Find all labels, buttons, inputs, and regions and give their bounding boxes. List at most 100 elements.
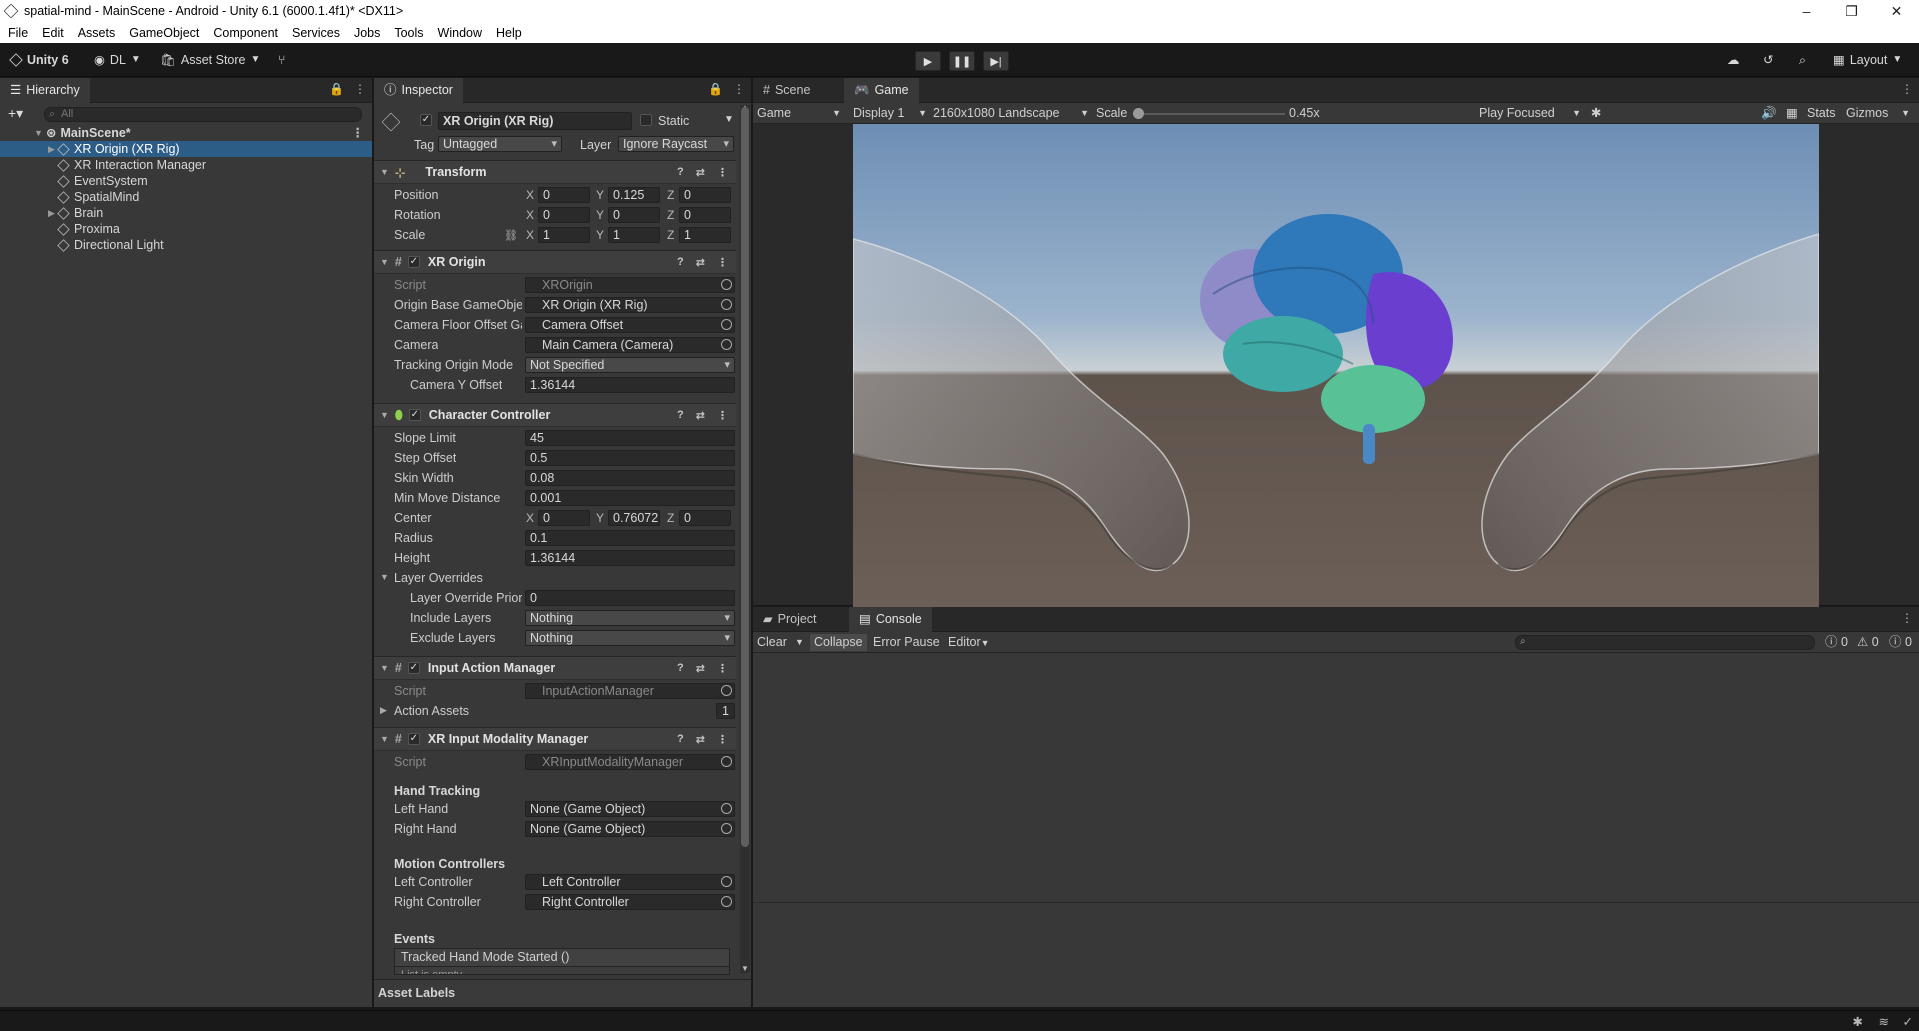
help-icon[interactable]: ?: [677, 662, 684, 675]
layout-dropdown[interactable]: ▦ Layout ▼: [1833, 51, 1902, 69]
component-menu-icon[interactable]: ⋮: [717, 662, 728, 675]
lock-icon[interactable]: 🔒: [708, 82, 723, 96]
input-action-manager-header[interactable]: ▼ # ✓ Input Action Manager ? ⇄ ⋮: [374, 656, 736, 680]
menu-assets[interactable]: Assets: [70, 26, 122, 40]
object-picker-icon[interactable]: [721, 319, 732, 330]
search-button[interactable]: ⌕: [1799, 51, 1806, 69]
tracking-mode-dropdown[interactable]: Not Specified: [525, 357, 735, 373]
info-filter-toggle[interactable]: ⓘ 0: [1825, 634, 1848, 651]
left-controller-field[interactable]: Left Controller: [525, 874, 735, 890]
object-picker-icon[interactable]: [721, 339, 732, 350]
mute-audio-icon[interactable]: 🔊: [1761, 105, 1777, 122]
panel-menu-icon[interactable]: ⋮: [733, 82, 745, 96]
tag-dropdown[interactable]: Untagged: [438, 136, 562, 152]
foldout-open-icon[interactable]: ▼: [34, 125, 44, 141]
object-name-field[interactable]: XR Origin (XR Rig): [438, 112, 632, 130]
object-picker-icon[interactable]: [721, 896, 732, 907]
resolution-dropdown[interactable]: 2160x1080 Landscape ▼: [933, 105, 1091, 122]
clear-options-dropdown[interactable]: ▼: [795, 634, 804, 651]
scrollbar-thumb[interactable]: [741, 107, 749, 847]
step-offset-field[interactable]: 0.5: [525, 450, 735, 466]
tab-hierarchy[interactable]: ☰ Hierarchy: [0, 78, 90, 103]
static-checkbox[interactable]: [640, 114, 652, 126]
clear-button[interactable]: Clear: [757, 634, 787, 651]
hierarchy-item[interactable]: EventSystem: [0, 173, 372, 189]
component-enabled-checkbox[interactable]: ✓: [407, 662, 420, 674]
preset-icon[interactable]: ⇄: [696, 256, 705, 269]
tab-game[interactable]: 🎮 Game: [844, 78, 919, 103]
hierarchy-item[interactable]: ▶ Brain: [0, 205, 372, 221]
scale-x-field[interactable]: 1: [538, 227, 590, 243]
help-icon[interactable]: ?: [677, 166, 684, 179]
component-menu-icon[interactable]: ⋮: [717, 256, 728, 269]
scene-menu-icon[interactable]: ⋮: [352, 125, 365, 141]
history-button[interactable]: ↺: [1763, 51, 1773, 69]
menu-services[interactable]: Services: [284, 26, 346, 40]
hierarchy-item[interactable]: Directional Light: [0, 237, 372, 253]
display-dropdown[interactable]: Display 1 ▼: [853, 105, 929, 122]
asset-labels-bar[interactable]: Asset Labels: [374, 979, 751, 1007]
object-picker-icon[interactable]: [721, 823, 732, 834]
warning-filter-toggle[interactable]: ⚠ 0: [1857, 634, 1879, 651]
lock-icon[interactable]: 🔒: [329, 82, 344, 96]
object-picker-icon[interactable]: [721, 803, 732, 814]
panel-menu-icon[interactable]: ⋮: [354, 82, 366, 96]
hierarchy-item[interactable]: ▶ XR Origin (XR Rig): [0, 141, 372, 157]
modality-manager-header[interactable]: ▼ # ✓ XR Input Modality Manager ? ⇄ ⋮: [374, 727, 736, 751]
help-icon[interactable]: ?: [677, 256, 684, 269]
minimize-button[interactable]: –: [1784, 0, 1829, 22]
component-enabled-checkbox[interactable]: ✓: [407, 733, 420, 745]
layer-dropdown[interactable]: Ignore Raycast: [618, 136, 734, 152]
menu-jobs[interactable]: Jobs: [346, 26, 386, 40]
object-picker-icon[interactable]: [721, 299, 732, 310]
character-controller-header[interactable]: ▼ ⬮ ✓ Character Controller ? ⇄ ⋮: [374, 403, 736, 427]
height-field[interactable]: 1.36144: [525, 550, 735, 566]
hierarchy-item[interactable]: Proxima: [0, 221, 372, 237]
error-filter-toggle[interactable]: ⓘ 0: [1889, 634, 1912, 651]
origin-base-field[interactable]: XR Origin (XR Rig): [525, 297, 735, 313]
camera-field[interactable]: Main Camera (Camera): [525, 337, 735, 353]
layer-overrides-foldout[interactable]: ▼ Layer Overrides: [374, 569, 734, 587]
pause-button[interactable]: ❚❚: [949, 51, 975, 71]
skin-width-field[interactable]: 0.08: [525, 470, 735, 486]
component-menu-icon[interactable]: ⋮: [717, 166, 728, 179]
exclude-layers-dropdown[interactable]: Nothing: [525, 630, 735, 646]
grid-view-icon[interactable]: ▦: [1786, 105, 1798, 122]
position-x-field[interactable]: 0: [538, 187, 590, 203]
cloud-button[interactable]: ☁: [1727, 51, 1740, 69]
maximize-button[interactable]: ❐: [1829, 0, 1874, 22]
layer-priority-field[interactable]: 0: [525, 590, 735, 606]
console-detail-divider[interactable]: [753, 902, 1919, 903]
slope-limit-field[interactable]: 45: [525, 430, 735, 446]
editor-dropdown[interactable]: Editor▼: [948, 634, 990, 651]
center-z-field[interactable]: 0: [679, 510, 731, 526]
cache-server-icon[interactable]: ≋: [1879, 1014, 1889, 1029]
include-layers-dropdown[interactable]: Nothing: [525, 610, 735, 626]
inspector-scrollbar[interactable]: ▲ ▼: [740, 103, 750, 973]
account-dropdown[interactable]: ◉ DL ▼: [94, 51, 141, 69]
error-pause-toggle[interactable]: Error Pause: [873, 634, 940, 651]
action-assets-foldout[interactable]: ▶ Action Assets 1: [374, 702, 735, 720]
tab-scene[interactable]: # Scene: [753, 78, 820, 103]
center-y-field[interactable]: 0.76072: [608, 510, 660, 526]
preset-icon[interactable]: ⇄: [696, 166, 705, 179]
bug-icon[interactable]: ✱: [1591, 105, 1601, 122]
help-icon[interactable]: ?: [677, 409, 684, 422]
unity-version-button[interactable]: Unity 6: [9, 51, 69, 69]
menu-help[interactable]: Help: [488, 26, 528, 40]
hierarchy-item[interactable]: XR Interaction Manager: [0, 157, 372, 173]
action-assets-count[interactable]: 1: [716, 703, 735, 719]
camera-floor-field[interactable]: Camera Offset: [525, 317, 735, 333]
game-mode-dropdown[interactable]: Game ▼: [757, 105, 843, 122]
position-z-field[interactable]: 0: [679, 187, 731, 203]
rotation-z-field[interactable]: 0: [679, 207, 731, 223]
hierarchy-item[interactable]: SpatialMind: [0, 189, 372, 205]
scene-root[interactable]: ▼ ⊛ MainScene* ⋮: [0, 125, 372, 141]
transform-header[interactable]: ▼ ⊹ Transform ? ⇄ ⋮: [374, 160, 736, 184]
component-menu-icon[interactable]: ⋮: [717, 733, 728, 746]
camera-y-offset-field[interactable]: 1.36144: [525, 377, 735, 393]
event-list-header[interactable]: Tracked Hand Mode Started (): [394, 948, 730, 967]
scale-slider-track[interactable]: [1137, 113, 1285, 115]
static-dropdown[interactable]: ▼: [724, 114, 734, 125]
menu-window[interactable]: Window: [430, 26, 488, 40]
